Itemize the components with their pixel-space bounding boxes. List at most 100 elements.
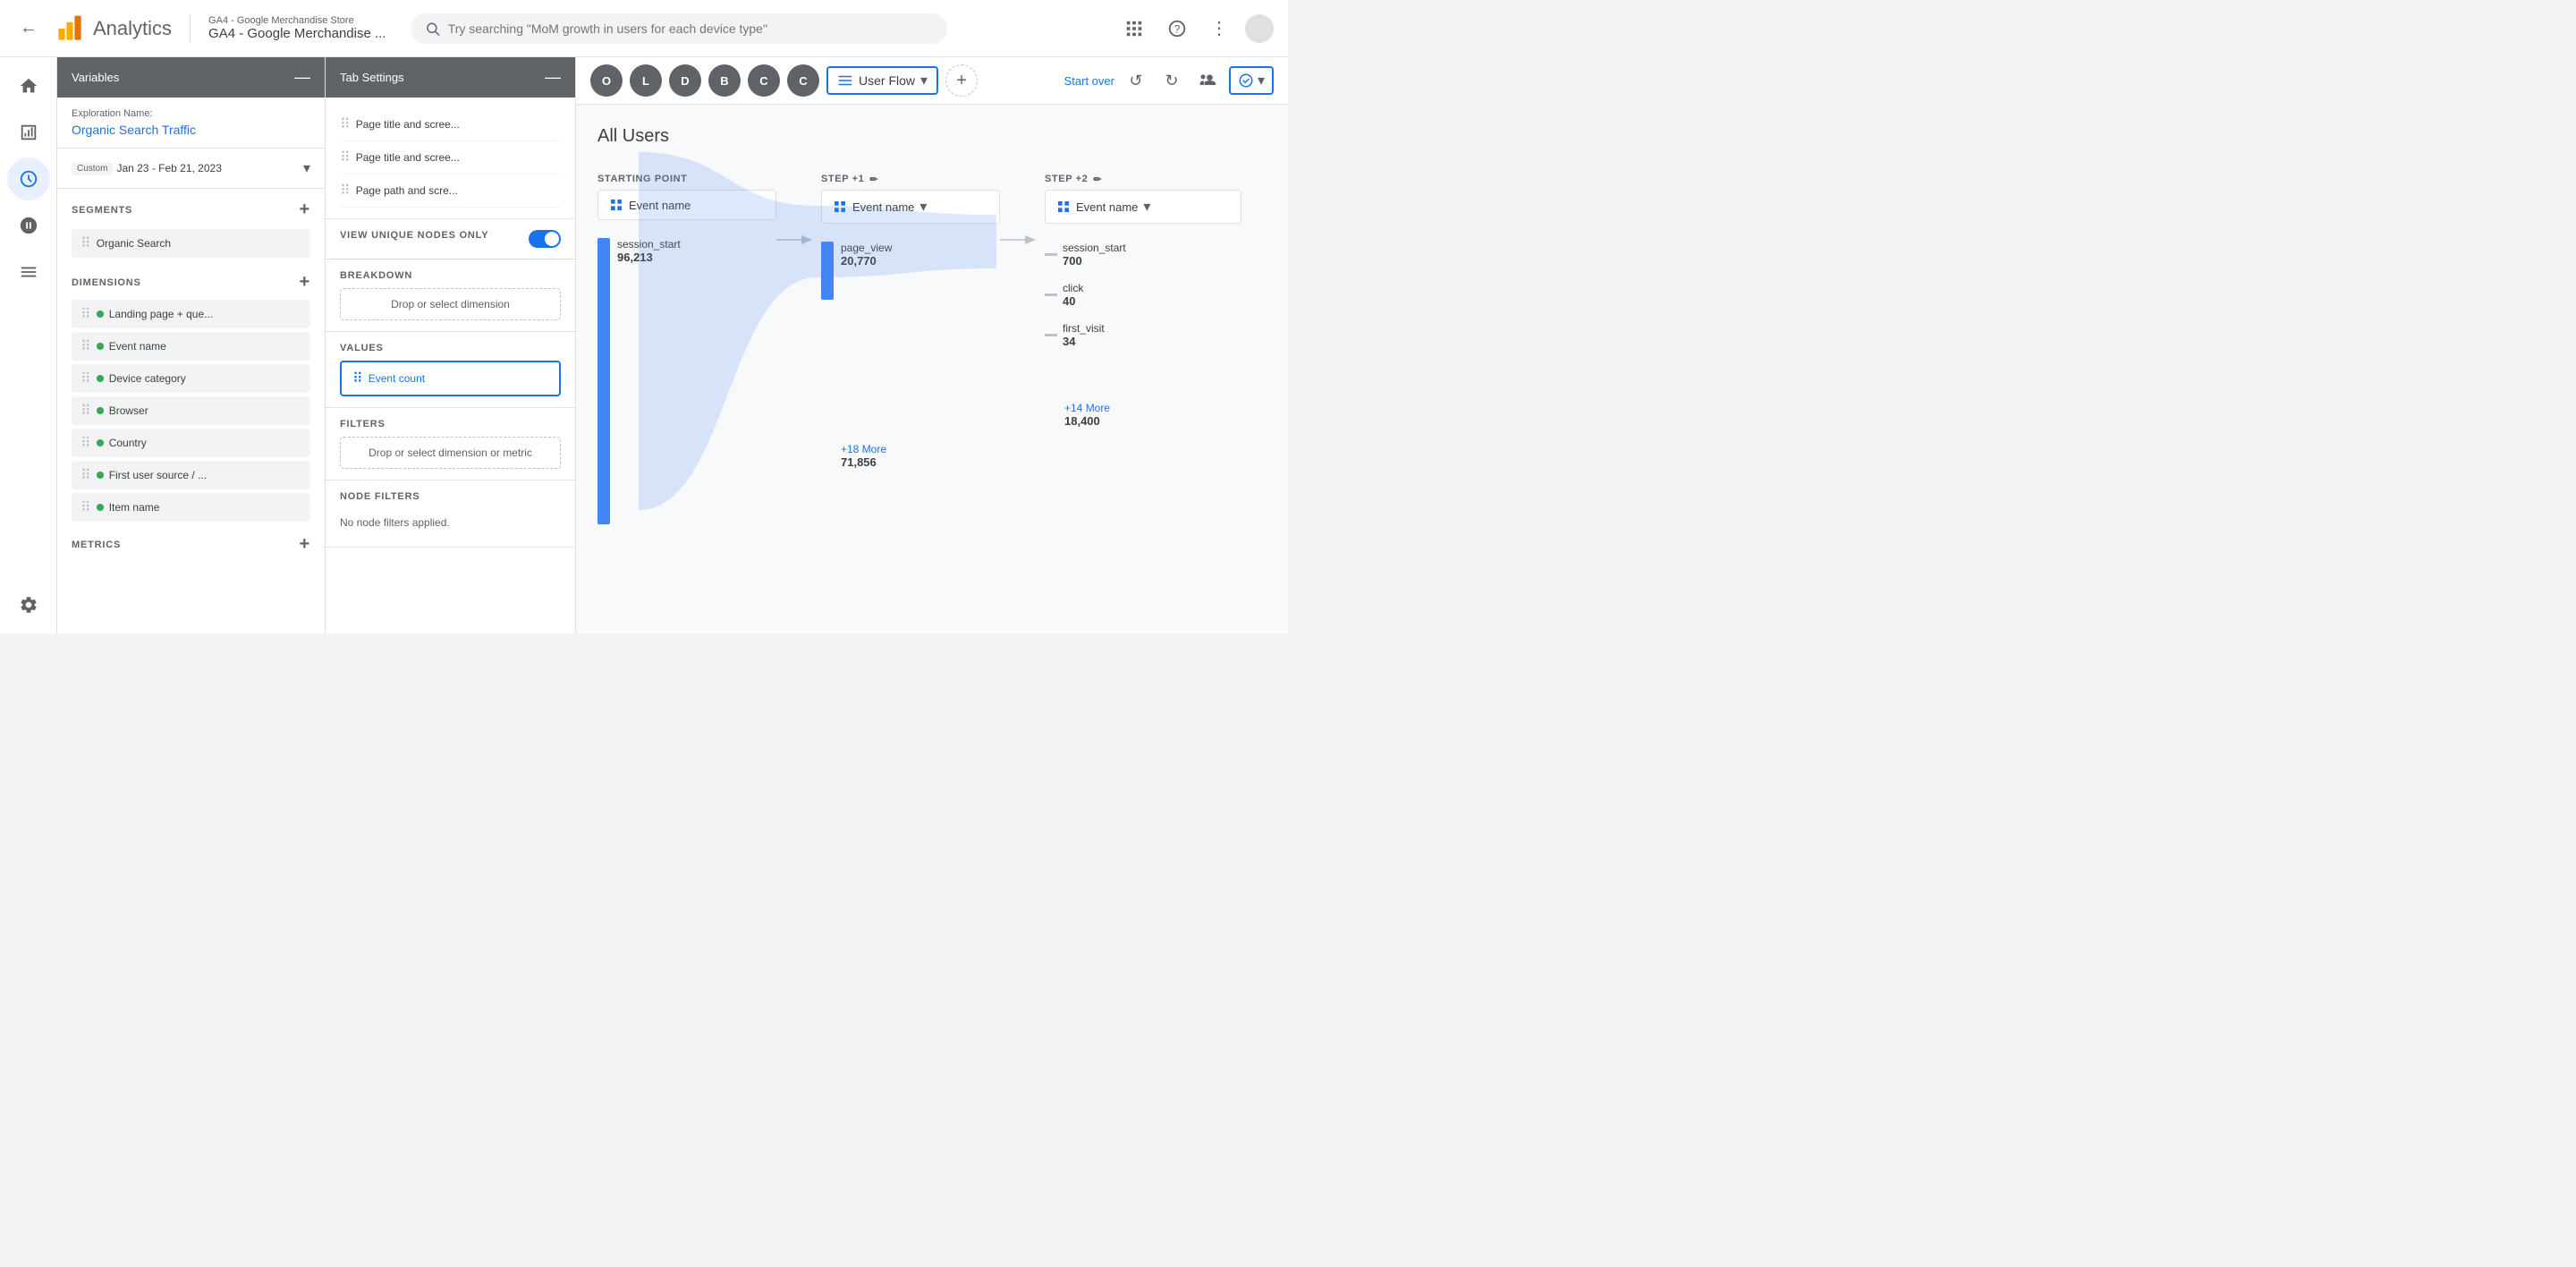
page-item-2[interactable]: ⠿ Page title and scree...	[340, 141, 561, 174]
back-button[interactable]: ←	[14, 14, 43, 43]
tab-c2[interactable]: C	[787, 64, 819, 97]
step1-pageview-text: page_view 20,770	[841, 242, 892, 268]
no-filters-text: No node filters applied.	[340, 509, 561, 536]
dim-item-name[interactable]: ⠿ Item name	[72, 493, 310, 522]
nav-configure[interactable]	[7, 251, 50, 293]
search-bar[interactable]	[411, 13, 947, 44]
starting-node-count: 96,213	[617, 251, 681, 264]
dim-device-category[interactable]: ⠿ Device category	[72, 364, 310, 393]
dim-event-name[interactable]: ⠿ Event name	[72, 332, 310, 361]
starting-node-text: session_start 96,213	[617, 238, 681, 264]
app-name: Analytics	[93, 17, 172, 40]
step1-more[interactable]: +18 More 71,856	[841, 443, 1000, 469]
dim-browser[interactable]: ⠿ Browser	[72, 396, 310, 425]
step2-item-first-visit: first_visit 34	[1045, 322, 1241, 348]
view-unique-nodes-toggle[interactable]	[529, 230, 561, 248]
check-circle-icon	[1238, 72, 1254, 89]
step1-selector-icon	[833, 200, 847, 214]
nav-settings[interactable]	[7, 583, 50, 626]
variables-panel: Variables — Exploration Name: Organic Se…	[57, 57, 326, 634]
user-avatar[interactable]	[1245, 14, 1274, 43]
tab-d[interactable]: D	[669, 64, 701, 97]
green-dot-icon	[97, 407, 104, 414]
step2-first-visit-text: first_visit 34	[1063, 322, 1105, 348]
share-button[interactable]	[1193, 66, 1222, 95]
values-section: VALUES ⠿ Event count	[326, 332, 575, 408]
tab-b[interactable]: B	[708, 64, 741, 97]
tab-o[interactable]: O	[590, 64, 623, 97]
arrow-icon	[1000, 229, 1036, 251]
segment-organic-search[interactable]: ⠿ Organic Search	[72, 229, 310, 258]
step2-more[interactable]: +14 More 18,400	[1064, 402, 1241, 428]
starting-point-header: STARTING POINT	[597, 168, 776, 190]
more-menu-button[interactable]: ⋮	[1202, 11, 1238, 47]
variables-panel-header: Variables —	[57, 57, 325, 98]
breakdown-section: BREAKDOWN Drop or select dimension	[326, 259, 575, 332]
starting-point-column: STARTING POINT Event name session_start	[597, 168, 776, 524]
redo-button[interactable]: ↻	[1157, 66, 1186, 95]
dim-landing-page[interactable]: ⠿ Landing page + que...	[72, 300, 310, 328]
add-tab-button[interactable]: +	[945, 64, 978, 97]
step1-selector[interactable]: Event name ▾	[821, 190, 1000, 224]
flow-title: All Users	[597, 126, 1267, 147]
flow-arrow-1	[776, 168, 821, 251]
date-chevron-icon[interactable]: ▾	[303, 159, 310, 177]
tab-settings-minimize-icon[interactable]: —	[545, 68, 561, 87]
step1-edit-icon[interactable]: ✏	[869, 174, 878, 185]
nav-explore[interactable]	[7, 157, 50, 200]
drag-handle-icon: ⠿	[80, 402, 91, 420]
drag-handle-icon: ⠿	[80, 337, 91, 355]
exploration-name-value[interactable]: Organic Search Traffic	[72, 123, 310, 137]
step2-column: STEP +2 ✏ Event name ▾	[1045, 168, 1241, 428]
save-status-button[interactable]: ▾	[1229, 66, 1274, 95]
nav-home[interactable]	[7, 64, 50, 107]
topbar-divider	[190, 14, 191, 43]
variables-minimize-icon[interactable]: —	[294, 68, 310, 87]
pages-section: ⠿ Page title and scree... ⠿ Page title a…	[326, 98, 575, 219]
segments-section-title: SEGMENTS +	[57, 189, 325, 225]
nav-advertising[interactable]	[7, 204, 50, 247]
flow-arrow-2	[1000, 168, 1045, 251]
help-icon-button[interactable]: ?	[1159, 11, 1195, 47]
tab-chevron-icon[interactable]: ▾	[920, 72, 928, 89]
tab-c1[interactable]: C	[748, 64, 780, 97]
dimensions-section-title: DIMENSIONS +	[57, 261, 325, 298]
main-layout: Variables — Exploration Name: Organic Se…	[0, 57, 1288, 634]
date-row[interactable]: Custom Jan 23 - Feb 21, 2023 ▾	[72, 159, 310, 177]
add-dimension-button[interactable]: +	[300, 272, 310, 293]
undo-button[interactable]: ↺	[1122, 66, 1150, 95]
grid-icon-button[interactable]	[1116, 11, 1152, 47]
step2-edit-icon[interactable]: ✏	[1093, 174, 1102, 185]
start-over-button[interactable]: Start over	[1064, 74, 1114, 88]
add-metric-button[interactable]: +	[300, 534, 310, 555]
starting-point-selector[interactable]: Event name	[597, 190, 776, 220]
svg-text:?: ?	[1174, 22, 1181, 35]
search-input[interactable]	[448, 21, 934, 36]
dim-country[interactable]: ⠿ Country	[72, 429, 310, 457]
filters-drop-zone[interactable]: Drop or select dimension or metric	[340, 437, 561, 469]
green-dot-icon	[97, 310, 104, 318]
tab-settings-header: Tab Settings —	[326, 57, 575, 98]
step2-header: STEP +2 ✏	[1045, 168, 1241, 190]
tab-l[interactable]: L	[630, 64, 662, 97]
breakdown-drop-zone[interactable]: Drop or select dimension	[340, 288, 561, 320]
dim-first-user-source[interactable]: ⠿ First user source / ...	[72, 461, 310, 489]
step2-selector[interactable]: Event name ▾	[1045, 190, 1241, 224]
step2-items: session_start 700 click 40	[1045, 242, 1241, 428]
save-chevron-icon[interactable]: ▾	[1258, 72, 1265, 89]
drag-handle-icon: ⠿	[80, 434, 91, 452]
step2-click-text: click 40	[1063, 282, 1083, 308]
active-tab-user-flow[interactable]: User Flow ▾	[826, 66, 938, 95]
green-dot-icon	[97, 472, 104, 479]
add-segment-button[interactable]: +	[300, 200, 310, 220]
page-item-1[interactable]: ⠿ Page title and scree...	[340, 108, 561, 141]
step2-dash-icon	[1045, 293, 1057, 296]
variables-title: Variables	[72, 71, 119, 84]
nav-reports[interactable]	[7, 111, 50, 154]
metrics-section-title: METRICS +	[57, 523, 325, 560]
step1-chevron-icon: ▾	[919, 198, 927, 216]
node-filters-section: NODE FILTERS No node filters applied.	[326, 480, 575, 548]
page-item-3[interactable]: ⠿ Page path and scre...	[340, 174, 561, 208]
starting-node: session_start 96,213	[597, 238, 776, 524]
event-count-chip[interactable]: ⠿ Event count	[340, 361, 561, 396]
